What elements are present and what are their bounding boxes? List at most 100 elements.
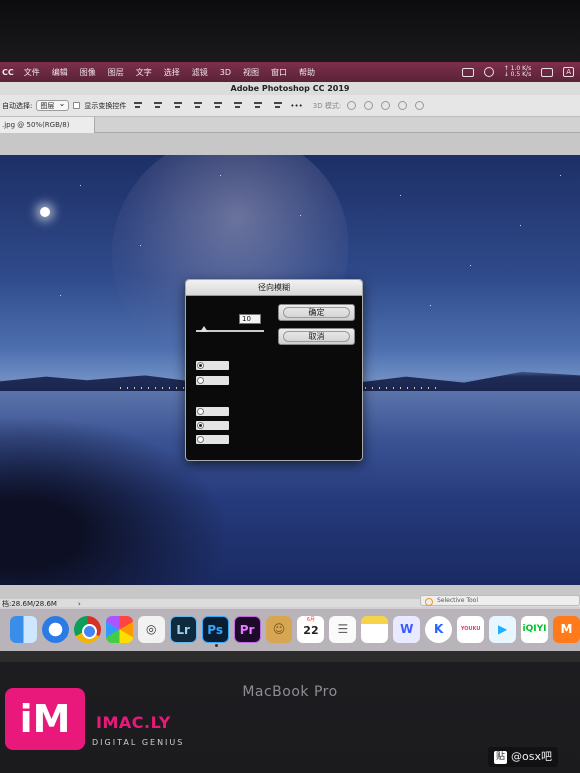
radio[interactable] bbox=[197, 436, 204, 443]
document-tab-bar: .jpg @ 50%(RGB/8) bbox=[0, 117, 580, 133]
menu-file[interactable]: 文件 bbox=[18, 67, 46, 78]
show-transform-label: 显示变换控件 bbox=[84, 101, 127, 110]
star bbox=[140, 245, 141, 246]
photos-icon[interactable] bbox=[105, 615, 133, 643]
finder-icon[interactable] bbox=[10, 615, 37, 643]
dialog-title: 径向模糊 bbox=[186, 280, 362, 296]
cancel-button[interactable]: 取消 bbox=[278, 328, 355, 345]
menu-type[interactable]: 文字 bbox=[130, 67, 158, 78]
more-options-button[interactable]: ••• bbox=[290, 102, 302, 110]
macbook-screen: CC 文件 编辑 图像 图层 文字 选择 滤镜 3D 视图 窗口 帮助 ↑ 1.… bbox=[0, 62, 580, 662]
star bbox=[560, 175, 561, 176]
reminders-icon[interactable]: ☰ bbox=[329, 615, 357, 643]
display-icon[interactable] bbox=[541, 67, 554, 77]
auto-select-dropdown[interactable]: 图层 bbox=[36, 99, 70, 111]
iqiyi-icon[interactable]: iQIYI bbox=[521, 615, 548, 643]
3d-mode-label: 3D 模式: bbox=[312, 101, 342, 110]
star bbox=[400, 195, 401, 196]
mango-tv-icon[interactable]: M bbox=[552, 615, 580, 643]
amount-slider-thumb[interactable] bbox=[200, 326, 208, 332]
network-speed[interactable]: ↑ 1.0 K/s ↓ 0.5 K/s bbox=[504, 66, 531, 78]
radio-selected[interactable] bbox=[197, 422, 204, 429]
radio[interactable] bbox=[197, 377, 204, 384]
menu-app-name[interactable]: CC bbox=[0, 68, 18, 77]
notes-icon[interactable] bbox=[361, 615, 389, 643]
menu-layer[interactable]: 图层 bbox=[102, 67, 130, 78]
quality-option-3[interactable] bbox=[196, 435, 229, 444]
menu-view[interactable]: 视图 bbox=[237, 67, 265, 78]
radio-selected[interactable] bbox=[197, 362, 204, 369]
radio[interactable] bbox=[197, 408, 204, 415]
quality-option-2[interactable] bbox=[196, 421, 229, 430]
menu-help[interactable]: 帮助 bbox=[293, 67, 321, 78]
align-center-icon[interactable] bbox=[233, 101, 243, 110]
star bbox=[430, 305, 431, 306]
3d-scale-icon bbox=[415, 101, 425, 110]
search-icon[interactable] bbox=[483, 67, 494, 77]
blur-method-option-1[interactable] bbox=[196, 361, 229, 370]
menu-bar: CC 文件 编辑 图像 图层 文字 选择 滤镜 3D 视图 窗口 帮助 ↑ 1.… bbox=[0, 62, 580, 82]
align-bottom-icon[interactable] bbox=[173, 101, 183, 110]
net-down-rate: ↓ 0.5 K/s bbox=[503, 71, 532, 78]
app-window-title: Adobe Photoshop CC 2019 bbox=[0, 82, 580, 95]
radial-blur-dialog: 径向模糊 10 确定 取消 bbox=[185, 279, 363, 461]
distribute-icon[interactable] bbox=[193, 101, 203, 110]
calendar-day: 22 bbox=[303, 623, 319, 637]
align-top-icon[interactable] bbox=[133, 101, 143, 110]
youku-icon[interactable]: YOUKU bbox=[457, 615, 485, 643]
calendar-icon[interactable]: 6月 22 bbox=[297, 615, 325, 643]
document-tab[interactable]: .jpg @ 50%(RGB/8) bbox=[0, 117, 95, 133]
post-source-tag: 贴 @osx吧 bbox=[488, 747, 558, 767]
align-left-icon[interactable] bbox=[213, 101, 223, 110]
star bbox=[470, 265, 471, 266]
star bbox=[60, 295, 61, 296]
input-method[interactable]: A bbox=[563, 67, 574, 77]
ok-button[interactable]: 确定 bbox=[278, 304, 355, 321]
macbook-pro-label: MacBook Pro bbox=[242, 684, 338, 700]
align-right-icon[interactable] bbox=[253, 101, 263, 110]
menu-3d[interactable]: 3D bbox=[214, 68, 237, 77]
distribute-horizontal-icon[interactable] bbox=[273, 101, 283, 110]
star bbox=[220, 175, 221, 176]
star bbox=[520, 225, 521, 226]
infuse-icon[interactable]: ▶ bbox=[489, 615, 517, 643]
photoshop-icon-label: Ps bbox=[207, 622, 223, 637]
imacly-logo: iM bbox=[5, 688, 85, 750]
k-app-icon[interactable]: K bbox=[425, 615, 453, 643]
calendar-month: 6月 bbox=[306, 616, 316, 623]
watermark-tagline: DIGITAL GENIUS bbox=[92, 738, 185, 747]
selective-tool-notification[interactable]: Selective Tool bbox=[420, 595, 580, 606]
menu-edit[interactable]: 编辑 bbox=[46, 67, 74, 78]
3d-slide-icon bbox=[398, 101, 408, 110]
star bbox=[80, 185, 81, 186]
blur-method-option-2[interactable] bbox=[196, 376, 229, 385]
3d-drag-icon bbox=[381, 101, 391, 110]
lightroom-icon[interactable]: Lr bbox=[169, 615, 197, 643]
3d-rotate-icon bbox=[347, 101, 357, 110]
post-author: @osx吧 bbox=[511, 750, 552, 763]
menu-window[interactable]: 窗口 bbox=[265, 67, 293, 78]
auto-select-label: 自动选择: bbox=[2, 101, 33, 110]
ok-button-label: 确定 bbox=[283, 307, 350, 318]
menu-select[interactable]: 选择 bbox=[158, 67, 186, 78]
canvas-area[interactable]: 径向模糊 10 确定 取消 bbox=[0, 133, 580, 599]
photoshop-icon[interactable]: Ps bbox=[201, 615, 229, 647]
dock: ◎ Lr Ps Pr ☺ 6月 22 ☰ W K YOUKU ▶ iQIYI M bbox=[0, 607, 580, 651]
chrome-icon[interactable] bbox=[73, 615, 101, 643]
3d-roll-icon bbox=[364, 101, 374, 110]
premiere-icon[interactable]: Pr bbox=[233, 615, 261, 643]
show-transform-checkbox[interactable] bbox=[73, 102, 81, 109]
wps-icon[interactable]: W bbox=[393, 615, 421, 643]
safari-icon[interactable] bbox=[41, 615, 69, 643]
keyboard-icon[interactable] bbox=[461, 67, 474, 77]
menu-filter[interactable]: 滤镜 bbox=[186, 67, 214, 78]
align-middle-icon[interactable] bbox=[153, 101, 163, 110]
running-indicator bbox=[214, 643, 218, 647]
quality-option-1[interactable] bbox=[196, 407, 229, 416]
contacts-icon[interactable]: ☺ bbox=[265, 615, 293, 643]
amount-input[interactable]: 10 bbox=[239, 314, 261, 324]
watermark-brand: IMAC.LY bbox=[96, 713, 171, 732]
menu-image[interactable]: 图像 bbox=[74, 67, 102, 78]
screenshot-icon[interactable]: ◎ bbox=[137, 615, 165, 643]
options-bar: 自动选择: 图层 显示变换控件 ••• 3D 模式: bbox=[0, 95, 580, 117]
